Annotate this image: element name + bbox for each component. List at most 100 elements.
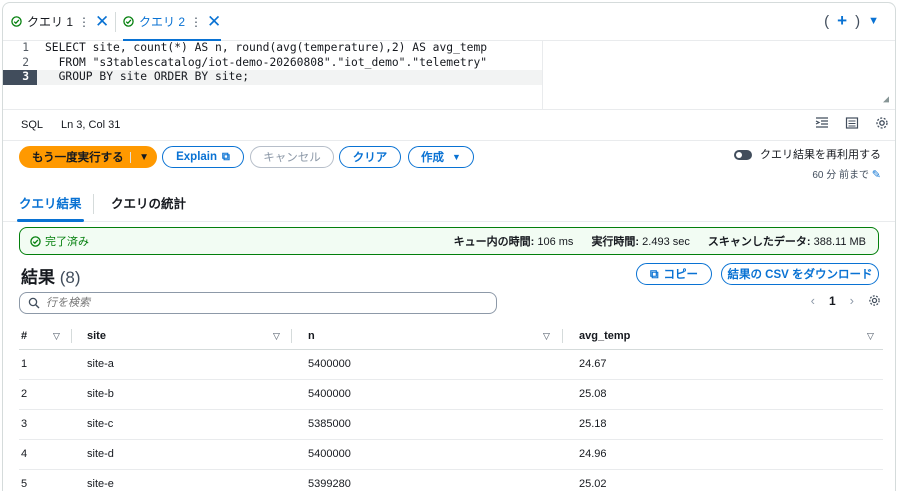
copy-icon: ⧉ [649, 266, 659, 281]
query-tab-1[interactable]: クエリ 1 ⋮ ✕ [11, 3, 109, 40]
tab-query-results[interactable]: クエリ結果 [17, 187, 84, 222]
cell-site: site-a [87, 358, 114, 370]
cell-site: site-e [87, 478, 114, 490]
table-row[interactable]: 3 site-c 5385000 25.18 [19, 410, 883, 440]
line-number: 1 [22, 41, 29, 54]
resize-handle-icon[interactable]: ◢ [883, 94, 889, 105]
editor-tools [815, 116, 889, 130]
exec-time-label: 実行時間: [591, 236, 640, 248]
tab-actions: ( + ) ▼ [824, 11, 879, 31]
cell-index: 3 [21, 418, 28, 430]
line-number-current: 3 [3, 70, 37, 85]
cell-index: 5 [21, 478, 28, 490]
run-again-label: もう一度実行する [32, 152, 124, 164]
queue-time-value: 106 ms [537, 236, 574, 248]
editor-status-bar: SQL Ln 3, Col 31 [3, 109, 895, 141]
query-tab-2[interactable]: クエリ 2 ⋮ ✕ [123, 3, 222, 41]
code-line[interactable]: GROUP BY site ORDER BY site; [45, 70, 249, 85]
success-check-icon [123, 16, 134, 27]
tab-divider [115, 12, 116, 32]
download-csv-button[interactable]: 結果の CSV をダウンロード [721, 263, 879, 285]
indent-icon[interactable] [815, 116, 829, 130]
close-icon[interactable]: ✕ [95, 13, 109, 30]
create-button[interactable]: 作成 ▼ [408, 146, 474, 168]
cell-n: 5399280 [308, 478, 351, 490]
column-divider [562, 329, 563, 343]
code-line[interactable]: FROM "s3tablescatalog/iot-demo-20260808"… [45, 56, 488, 71]
table-row[interactable]: 1 site-a 5400000 24.67 [19, 350, 883, 380]
table-row[interactable]: 5 site-e 5399280 25.02 [19, 470, 883, 491]
cell-n: 5400000 [308, 388, 351, 400]
results-title: 結果 [21, 268, 55, 287]
paren-open: ( [824, 12, 830, 30]
sort-caret-icon[interactable]: ▽ [53, 323, 60, 349]
col-header-avg-temp[interactable]: avg_temp [579, 323, 630, 349]
close-icon[interactable]: ✕ [207, 13, 221, 30]
reuse-results-toggle[interactable] [733, 150, 752, 161]
sort-caret-icon[interactable]: ▽ [543, 323, 550, 349]
results-count: (8) [59, 268, 81, 287]
cell-index: 4 [21, 448, 28, 460]
sort-caret-icon[interactable]: ▽ [273, 323, 280, 349]
column-divider [291, 329, 292, 343]
kebab-menu-icon[interactable]: ⋮ [78, 15, 90, 29]
settings-gear-icon[interactable] [875, 116, 889, 130]
col-header-n[interactable]: n [308, 323, 315, 349]
chevron-down-icon: ▼ [452, 152, 461, 162]
next-page-icon[interactable]: › [850, 293, 854, 308]
cell-avg-temp: 25.02 [579, 478, 607, 490]
queue-time-label: キュー内の時間: [453, 236, 535, 248]
search-input[interactable] [44, 296, 468, 310]
cell-site: site-b [87, 388, 114, 400]
exec-time-value: 2.493 sec [642, 236, 690, 248]
language-label: SQL [21, 119, 44, 131]
clear-button[interactable]: クリア [339, 146, 401, 168]
line-number: 2 [22, 55, 29, 69]
prev-page-icon[interactable]: ‹ [811, 293, 815, 308]
explain-button[interactable]: Explain ⧉ [162, 146, 244, 168]
col-header-index: # [21, 330, 28, 342]
cancel-button[interactable]: キャンセル [250, 146, 334, 168]
cell-avg-temp: 25.08 [579, 388, 607, 400]
results-table: # ▽ site ▽ n ▽ avg_temp ▽ 1 site-a 54000… [19, 323, 883, 491]
reuse-results-label: クエリ結果を再利用する [760, 149, 881, 161]
sort-caret-icon[interactable]: ▽ [867, 323, 874, 349]
col-header-site[interactable]: site [87, 323, 106, 349]
cell-avg-temp: 24.67 [579, 358, 607, 370]
reuse-duration: 60 分 前まで [812, 170, 869, 181]
table-settings-gear-icon[interactable] [868, 294, 881, 307]
column-divider [71, 329, 72, 343]
copy-button[interactable]: ⧉ コピー [636, 263, 712, 285]
reuse-results-setting: クエリ結果を再利用する 60 分 前まで ✎ [733, 146, 881, 181]
tab-query-stats[interactable]: クエリの統計 [111, 187, 186, 221]
cell-site: site-d [87, 448, 114, 460]
paren-close: ) [855, 12, 861, 30]
tab-menu-caret-icon[interactable]: ▼ [868, 15, 879, 27]
query-tab-strip: クエリ 1 ⋮ ✕ クエリ 2 ⋮ ✕ ( + ) ▼ [3, 3, 895, 41]
add-tab-button[interactable]: + [837, 11, 847, 31]
table-row[interactable]: 4 site-d 5400000 24.96 [19, 440, 883, 470]
cell-index: 1 [21, 358, 28, 370]
current-page[interactable]: 1 [829, 294, 836, 308]
sql-editor[interactable]: 1 2 3 SELECT site, count(*) AS n, round(… [3, 41, 895, 109]
query-tab-label: クエリ 1 [27, 15, 74, 29]
clear-label: クリア [352, 152, 388, 164]
format-icon[interactable] [845, 116, 859, 130]
table-header: # ▽ site ▽ n ▽ avg_temp ▽ [19, 323, 883, 350]
table-row[interactable]: 2 site-b 5400000 25.08 [19, 380, 883, 410]
cell-site: site-c [87, 418, 114, 430]
editor-gutter: 1 2 3 [3, 41, 37, 109]
print-margin [542, 41, 543, 109]
run-dropdown-caret-icon[interactable]: ▼ [130, 151, 149, 163]
search-icon [28, 297, 40, 309]
code-line[interactable]: SELECT site, count(*) AS n, round(avg(te… [45, 41, 487, 56]
run-again-button[interactable]: もう一度実行する ▼ [19, 146, 157, 168]
row-search-box[interactable] [19, 292, 497, 314]
cell-avg-temp: 25.18 [579, 418, 607, 430]
kebab-menu-icon[interactable]: ⋮ [190, 15, 202, 29]
cancel-label: キャンセル [263, 152, 321, 164]
edit-pencil-icon[interactable]: ✎ [872, 169, 881, 181]
download-csv-label: 結果の CSV をダウンロード [727, 269, 873, 281]
cell-n: 5385000 [308, 418, 351, 430]
cell-avg-temp: 24.96 [579, 448, 607, 460]
